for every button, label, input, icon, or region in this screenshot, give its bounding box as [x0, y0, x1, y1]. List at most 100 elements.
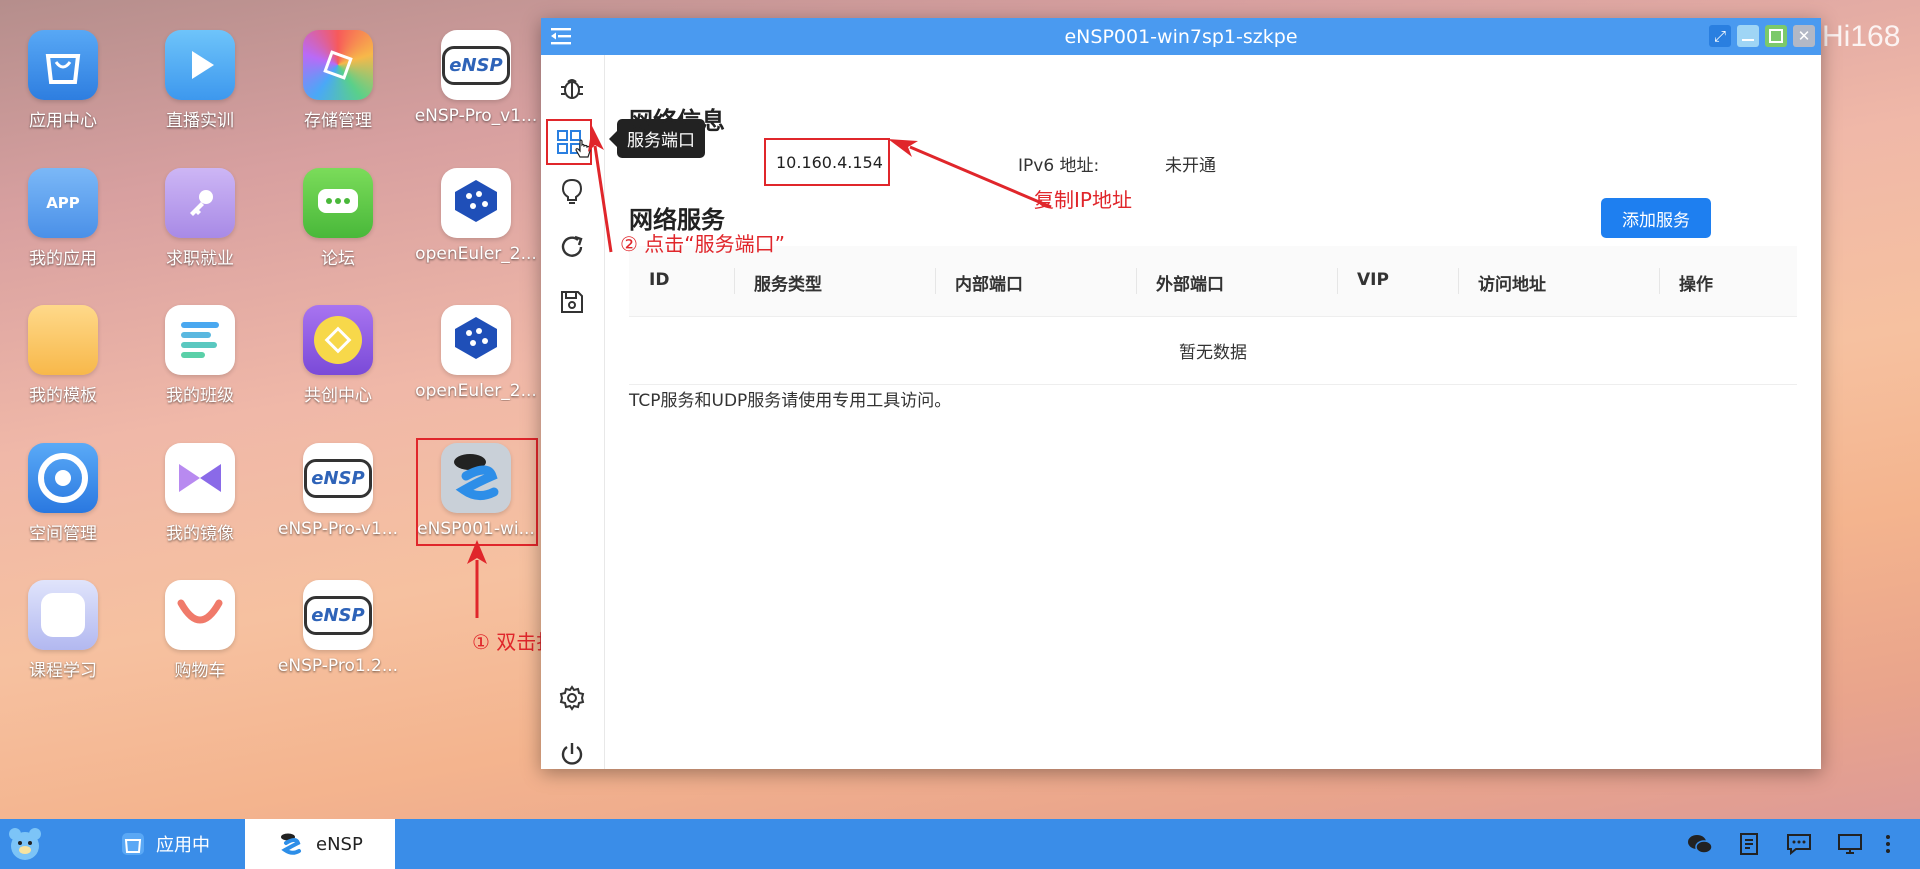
- desktop-icon-courses[interactable]: 课程学习: [0, 580, 128, 681]
- maximize-button[interactable]: [1765, 25, 1787, 47]
- cart-icon: [165, 580, 235, 650]
- desktop-icon-storage[interactable]: 存储管理: [273, 30, 403, 131]
- desktop-icon-label: 应用中心: [29, 111, 97, 131]
- storage-cube-icon: [303, 30, 373, 100]
- highlight-box-vm-icon: [416, 438, 538, 546]
- sidebar-item-debug[interactable]: [555, 71, 589, 105]
- window-titlebar[interactable]: eNSP001-win7sp1-szkpe ⤢ ✕: [541, 18, 1821, 55]
- taskbar-item-label: eNSP: [316, 833, 363, 855]
- services-table: ID 服务类型 内部端口 外部端口 VIP 访问地址 操作 暂无数据: [629, 246, 1797, 385]
- sidebar-item-restart[interactable]: [555, 230, 589, 264]
- sidebar-item-power[interactable]: [555, 737, 589, 771]
- start-button[interactable]: [6, 825, 44, 863]
- wechat-icon[interactable]: [1687, 832, 1713, 856]
- ensp-icon: eNSP: [303, 443, 373, 513]
- folder-icon: [28, 305, 98, 375]
- ensp-icon: eNSP: [441, 30, 511, 100]
- annotation-arrow-step2: [588, 126, 613, 253]
- ip-address: 10.160.4.154: [776, 152, 883, 172]
- bear-logo-icon: [9, 828, 41, 860]
- refresh-icon: [561, 235, 583, 257]
- desktop-icon-ensp-pro-3[interactable]: eNSP eNSP-Pro1.2...: [273, 580, 403, 676]
- message-icon[interactable]: [1786, 832, 1812, 856]
- desktop-icon-label: 我的镜像: [166, 524, 234, 544]
- more-icon[interactable]: [1883, 832, 1893, 856]
- bowtie-icon: [165, 443, 235, 513]
- desktop-icon-my-apps[interactable]: APP 我的应用: [0, 168, 128, 269]
- app-icon: APP: [28, 168, 98, 238]
- desktop-icon-label: eNSP-Pro1.2...: [277, 656, 399, 676]
- sidebar-item-service-port[interactable]: [546, 119, 592, 165]
- taskbar-item-label: 应用中: [156, 835, 210, 856]
- close-button[interactable]: ✕: [1793, 25, 1815, 47]
- desktop-icon-label: openEuler_2...: [415, 381, 537, 401]
- openeuler-icon: [441, 168, 511, 238]
- openeuler-icon: [441, 305, 511, 375]
- maximize-icon: [1769, 29, 1783, 43]
- desktop-icon-label: 论坛: [321, 249, 355, 269]
- minimize-icon: [1742, 39, 1754, 41]
- desktop-icon-label: 求职就业: [166, 249, 234, 269]
- desktop-icon-label: eNSP-Pro-v1...: [277, 519, 399, 539]
- fullscreen-icon: ⤢: [1713, 27, 1726, 45]
- column-divider: [1136, 268, 1137, 294]
- fullscreen-button[interactable]: ⤢: [1709, 25, 1731, 47]
- column-divider: [935, 268, 936, 294]
- desktop-icon-forum[interactable]: 论坛: [273, 168, 403, 269]
- desktop-icon-my-images[interactable]: 我的镜像: [135, 443, 265, 544]
- collapse-menu-icon[interactable]: [549, 25, 573, 47]
- column-header-id: ID: [649, 270, 670, 290]
- desktop-icon-label: openEuler_2...: [415, 244, 537, 264]
- desktop-icon-openeuler-2[interactable]: openEuler_2...: [411, 305, 541, 401]
- desktop-icon-label: 直播实训: [166, 111, 234, 131]
- course-icon: [28, 580, 98, 650]
- table-empty-row: 暂无数据: [629, 317, 1797, 385]
- desktop-icon-jobs[interactable]: 求职就业: [135, 168, 265, 269]
- desktop-icon-label: 我的班级: [166, 386, 234, 406]
- desktop-icon-live-training[interactable]: 直播实训: [135, 30, 265, 131]
- desktop-icon-label: 课程学习: [29, 661, 97, 681]
- empty-text: 暂无数据: [1179, 343, 1247, 363]
- play-icon: [165, 30, 235, 100]
- close-icon: ✕: [1797, 27, 1811, 45]
- taskbar-item-app-center[interactable]: 应用中: [120, 819, 210, 869]
- column-divider: [1659, 268, 1660, 294]
- main-content: 网络信息 10.160.4.154 IPv6 地址: 未开通 网络服务 添加服务…: [629, 55, 1797, 769]
- desktop-icon-my-templates[interactable]: 我的模板: [0, 305, 128, 406]
- notes-icon[interactable]: [1737, 832, 1763, 856]
- sidebar-item-settings[interactable]: [555, 681, 589, 715]
- disk-icon: [28, 443, 98, 513]
- desktop-icon-cart[interactable]: 购物车: [135, 580, 265, 681]
- bug-icon: [561, 79, 583, 99]
- desktop-icon-app-center[interactable]: 应用中心: [0, 30, 128, 131]
- desktop-icon-space-management[interactable]: 空间管理: [0, 443, 128, 544]
- column-header-service-type: 服务类型: [754, 275, 822, 295]
- annotation-copy-ip: 复制IP地址: [1034, 188, 1132, 212]
- service-note: TCP服务和UDP服务请使用专用工具访问。: [629, 391, 952, 411]
- desktop-icon-my-class[interactable]: 我的班级: [135, 305, 265, 406]
- sidebar-item-save[interactable]: [555, 285, 589, 319]
- power-icon: [561, 743, 583, 765]
- ensp-vm-icon: [281, 833, 301, 855]
- desktop-icon-label: 空间管理: [29, 524, 97, 544]
- sidebar-item-tips[interactable]: [555, 175, 589, 209]
- desktop-icon-co-creation[interactable]: 共创中心: [273, 305, 403, 406]
- monitor-icon[interactable]: [1837, 832, 1863, 856]
- desktop-icon-label: 我的模板: [29, 386, 97, 406]
- window-title: eNSP001-win7sp1-szkpe: [1064, 25, 1298, 48]
- list-icon: [165, 305, 235, 375]
- add-service-button[interactable]: 添加服务: [1601, 198, 1711, 238]
- minimize-button[interactable]: [1737, 25, 1759, 47]
- annotation-arrow-copy-ip: [888, 139, 1052, 209]
- desktop-icon-label: eNSP-Pro_v1...: [414, 106, 538, 126]
- column-header-actions: 操作: [1679, 275, 1713, 295]
- annotation-arrow-step1: [467, 540, 487, 618]
- taskbar-item-ensp[interactable]: eNSP: [245, 819, 395, 869]
- desktop-icon-openeuler-1[interactable]: openEuler_2...: [411, 168, 541, 264]
- ipv6-value: 未开通: [1165, 156, 1216, 176]
- desktop-icon-ensp-pro-2[interactable]: eNSP eNSP-Pro-v1...: [273, 443, 403, 539]
- desktop-icon-ensp-pro-1[interactable]: eNSP eNSP-Pro_v1...: [411, 30, 541, 126]
- column-header-external-port: 外部端口: [1156, 275, 1224, 295]
- ip-address-box: 10.160.4.154: [764, 138, 890, 186]
- ensp-icon: eNSP: [303, 580, 373, 650]
